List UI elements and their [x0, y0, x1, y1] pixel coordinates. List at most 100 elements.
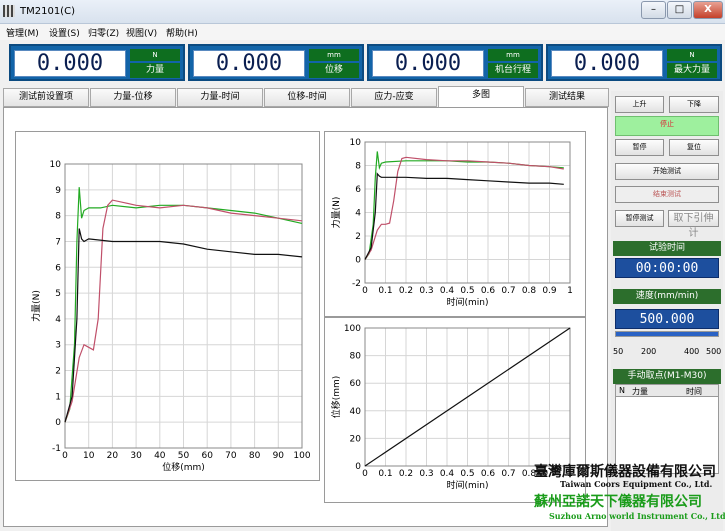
- x-axis-label: 时间(min): [447, 296, 489, 308]
- x-axis-label: 时间(min): [447, 479, 489, 491]
- y-tick-label: 4: [355, 209, 361, 219]
- speed-slider[interactable]: [615, 331, 719, 337]
- x-tick-label: 0: [362, 469, 368, 479]
- chart-force-time: 0 0.1 0.2 0.3 0.4 0.5 0.6 0.7 0.8 0.9 1 -2 0 2 4 6 8 10 时间…: [324, 131, 586, 317]
- window-title: TM2101(C): [20, 6, 75, 17]
- y-tick-label: -2: [352, 279, 361, 289]
- manual-points-header: N 力量 时间: [616, 385, 718, 397]
- start-test-button[interactable]: 开始测试: [615, 163, 719, 180]
- y-tick-label: 2: [355, 232, 361, 242]
- speed-tick-50: 50: [613, 347, 624, 356]
- col-time: 时间: [686, 387, 702, 396]
- watermark-suzhou-cn: 蘇州亞諾天下儀器有限公司: [534, 494, 702, 510]
- series-line-0: [364, 151, 564, 260]
- readout-max-force-value: 0.000: [551, 50, 663, 77]
- y-tick-label: 60: [350, 379, 362, 389]
- x-tick-label: 0.5: [460, 469, 474, 479]
- reset-button[interactable]: 复位: [669, 139, 719, 156]
- x-tick-label: 0.2: [399, 469, 413, 479]
- x-tick-label: 1: [567, 286, 573, 296]
- x-tick-label: 0.3: [419, 469, 433, 479]
- end-test-button[interactable]: 结束测试: [615, 186, 719, 203]
- x-tick-label: 0.8: [522, 286, 537, 296]
- x-tick-label: 0.1: [378, 286, 392, 296]
- x-tick-label: 0.7: [501, 469, 515, 479]
- speed-tick-500: 500: [706, 347, 722, 356]
- watermark-suzhou-en: Suzhou Arno world Instrument Co., Ltd.: [549, 511, 725, 521]
- y-tick-label: 1: [55, 392, 61, 402]
- x-tick-label: 10: [83, 451, 95, 461]
- y-tick-label: 3: [55, 341, 61, 351]
- menu-help[interactable]: 帮助(H): [166, 26, 198, 39]
- readout-travel: 0.000 mm 机台行程: [367, 44, 543, 81]
- menu-settings[interactable]: 设置(S): [49, 26, 80, 39]
- col-n: N: [619, 386, 625, 395]
- speed-input[interactable]: 500.000: [615, 309, 719, 329]
- maximize-button[interactable]: □: [667, 1, 692, 19]
- tab-displacement-time[interactable]: 位移-时间: [264, 88, 350, 107]
- y-tick-label: 2: [55, 367, 61, 377]
- y-tick-label: 6: [355, 185, 361, 195]
- y-tick-label: 0: [355, 256, 361, 266]
- x-tick-label: 0.4: [440, 286, 455, 296]
- y-axis-label: 力量(N): [330, 197, 342, 229]
- y-tick-label: 7: [55, 237, 61, 247]
- menu-zero[interactable]: 归零(Z): [88, 26, 119, 39]
- tab-test-results[interactable]: 测试结果: [525, 88, 609, 107]
- y-tick-label: 8: [355, 162, 361, 172]
- pause-button[interactable]: 暂停: [615, 139, 664, 156]
- readout-travel-unit: mm: [488, 49, 538, 61]
- y-tick-label: 0: [55, 418, 61, 428]
- menu-view[interactable]: 视图(V): [126, 26, 157, 39]
- manual-points-label: 手动取点(M1-M30): [613, 369, 721, 384]
- tab-force-time[interactable]: 力量-时间: [177, 88, 263, 107]
- menu-bar: 管理(M) 设置(S) 归零(Z) 视图(V) 帮助(H): [0, 24, 725, 40]
- readout-displacement-label: 位移: [309, 63, 359, 78]
- minimize-button[interactable]: –: [641, 1, 666, 19]
- tab-multi-chart[interactable]: 多图: [438, 86, 524, 107]
- x-tick-label: 0.2: [399, 286, 413, 296]
- y-tick-label: 10: [350, 138, 362, 148]
- readout-max-force: 0.000 N 最大力量: [546, 44, 722, 81]
- readout-force: 0.000 N 力量: [9, 44, 185, 81]
- x-tick-label: 70: [225, 451, 237, 461]
- x-tick-label: 0.9: [542, 286, 557, 296]
- readout-max-force-label: 最大力量: [667, 63, 717, 78]
- up-button[interactable]: 上升: [615, 96, 664, 113]
- stop-button[interactable]: 停止: [615, 116, 719, 136]
- y-tick-label: 9: [55, 186, 61, 196]
- down-button[interactable]: 下降: [669, 96, 719, 113]
- x-tick-label: 60: [201, 451, 213, 461]
- test-time-value: 00:00:00: [615, 258, 719, 278]
- speed-tick-200: 200: [641, 347, 657, 356]
- remove-extensometer-button[interactable]: 取下引伸计: [668, 210, 719, 239]
- close-button[interactable]: X: [693, 1, 723, 19]
- y-tick-label: 8: [55, 212, 61, 222]
- x-tick-label: 90: [273, 451, 285, 461]
- y-tick-label: -1: [52, 444, 61, 454]
- y-tick-label: 80: [350, 352, 362, 362]
- app-icon: [3, 5, 15, 17]
- menu-manage[interactable]: 管理(M): [6, 26, 39, 39]
- tab-force-displacement[interactable]: 力量-位移: [90, 88, 176, 107]
- chart-force-displacement: 0 10 20 30 40 50 60 70 80 90 100 -1 0 1 2 3 4 5 6 7 8 9 10 位移(m…: [15, 131, 320, 481]
- multi-chart-panel: 0 10 20 30 40 50 60 70 80 90 100 -1 0 1 2 3 4 5 6 7 8 9 10 位移(m…: [3, 107, 608, 527]
- x-tick-label: 50: [178, 451, 190, 461]
- y-axis-label: 位移(mm): [330, 376, 342, 419]
- x-tick-label: 80: [249, 451, 261, 461]
- x-tick-label: 30: [130, 451, 142, 461]
- chart-force-displacement-svg: 0 10 20 30 40 50 60 70 80 90 100-1012345678910位移(m…: [30, 160, 311, 473]
- title-bar: TM2101(C) – □ X: [0, 0, 725, 24]
- x-tick-label: 0: [62, 451, 68, 461]
- y-tick-label: 5: [55, 289, 61, 299]
- readout-force-value: 0.000: [14, 50, 126, 77]
- series-line-1: [364, 156, 564, 260]
- x-tick-label: 0.7: [501, 286, 515, 296]
- tab-stress-strain[interactable]: 应力-应变: [351, 88, 437, 107]
- pause-test-button[interactable]: 暂停测试: [615, 210, 664, 227]
- readout-force-unit: N: [130, 49, 180, 61]
- chart-force-time-svg: 0 0.1 0.2 0.3 0.4 0.5 0.6 0.7 0.8 0.9 1-20246810时间…: [330, 138, 573, 308]
- speed-tick-400: 400: [684, 347, 700, 356]
- readout-force-label: 力量: [130, 63, 180, 78]
- tab-pretest-settings[interactable]: 测试前设置项: [3, 88, 89, 107]
